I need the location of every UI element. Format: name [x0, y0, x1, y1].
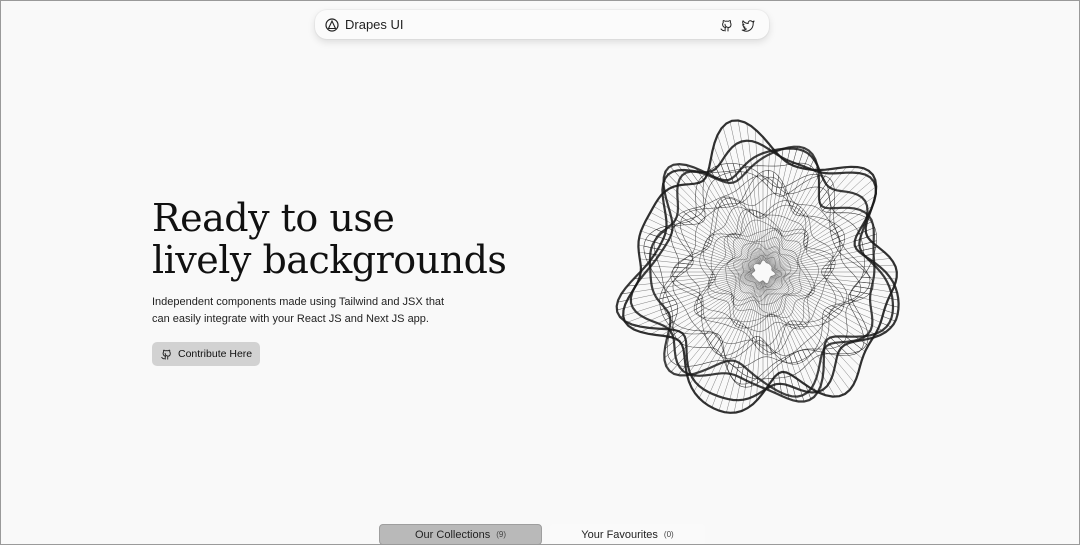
mesh-spoke	[769, 166, 856, 265]
mesh-spoke	[768, 280, 851, 391]
hero-subtitle-line-2: can easily integrate with your React JS …	[152, 313, 429, 325]
mesh-spoke	[775, 273, 895, 286]
github-icon	[160, 348, 172, 360]
mesh-spoke	[769, 166, 847, 265]
brand-name: Drapes UI	[345, 17, 404, 32]
social-links	[719, 18, 755, 32]
github-icon[interactable]	[719, 18, 733, 32]
drapes-logo-icon	[325, 17, 339, 32]
mesh-spoke	[769, 277, 863, 359]
tab-count: (0)	[663, 530, 674, 539]
mesh-spoke	[741, 281, 762, 412]
mesh-ring	[727, 237, 798, 306]
hero-title: Ready to use lively backgrounds	[152, 197, 572, 281]
tab-label: Our Collections	[415, 528, 491, 541]
top-navbar: Drapes UI	[315, 10, 769, 39]
wireframe-blob-background	[597, 111, 929, 433]
contribute-button[interactable]: Contribute Here	[152, 342, 261, 366]
hero-subtitle: Independent components made using Tailwi…	[152, 294, 472, 328]
hero-subtitle-line-1: Independent components made using Tailwi…	[152, 296, 445, 308]
mesh-spoke	[770, 171, 871, 266]
mesh-spoke	[763, 281, 776, 394]
page: Drapes UI Ready to use lively background…	[0, 0, 1080, 545]
hero-title-line-1: Ready to use	[152, 196, 395, 240]
tab-our-collections[interactable]: Our Collections (9)	[379, 524, 542, 544]
wireframe-blob-graphic	[615, 119, 900, 414]
mesh-spoke	[767, 165, 818, 264]
tab-count: (9)	[496, 530, 506, 539]
tab-your-favourites[interactable]: Your Favourites (0)	[550, 524, 705, 544]
twitter-icon[interactable]	[741, 18, 755, 32]
mesh-ring	[615, 139, 900, 402]
mesh-spoke	[764, 149, 777, 261]
brand[interactable]: Drapes UI	[325, 17, 404, 32]
tab-label: Your Favourites	[581, 528, 658, 541]
hero-title-line-2: lively backgrounds	[152, 238, 507, 282]
hero-section: Ready to use lively backgrounds Independ…	[152, 197, 572, 366]
contribute-button-label: Contribute Here	[178, 348, 253, 360]
collection-tabs: Our Collections (9) Your Favourites (0)	[379, 524, 705, 544]
mesh-spoke	[763, 145, 771, 261]
mesh-spoke	[770, 276, 872, 341]
